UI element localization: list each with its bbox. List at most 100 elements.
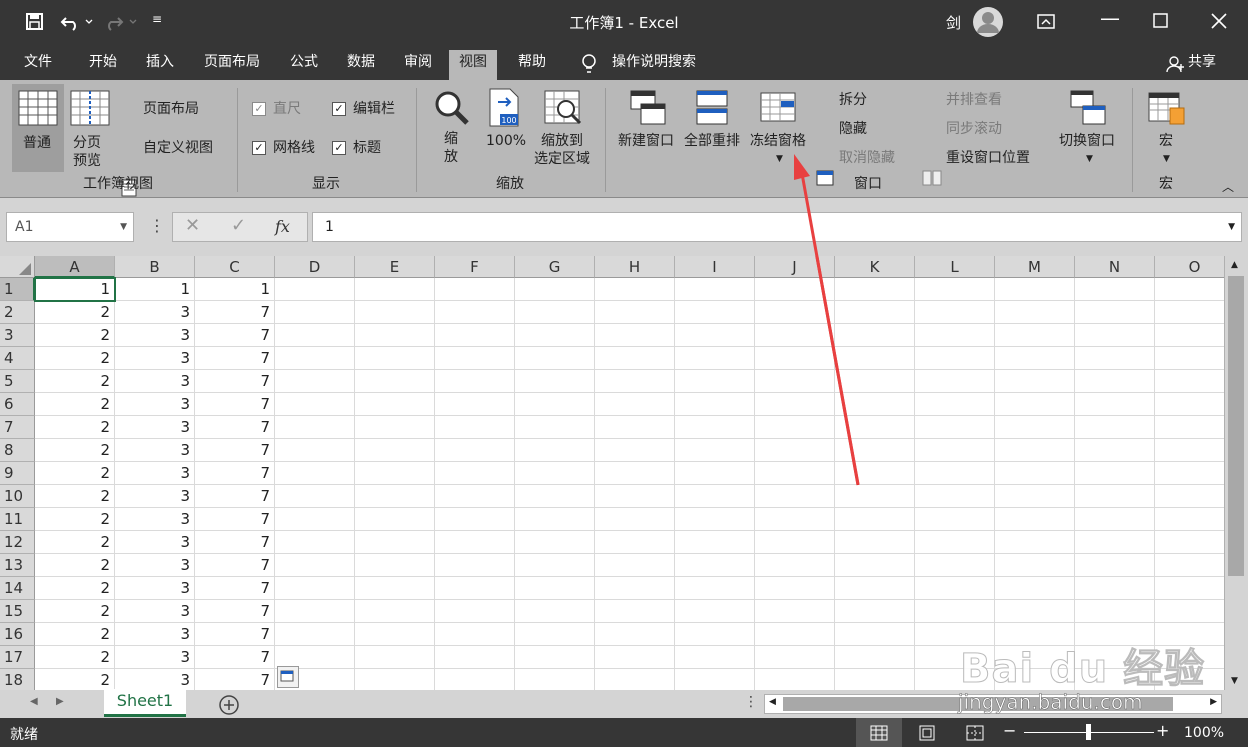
cell-n1[interactable] (1075, 278, 1155, 301)
cell-g3[interactable] (515, 324, 595, 347)
cell-k13[interactable] (835, 554, 915, 577)
cell-f9[interactable] (435, 462, 515, 485)
formula-input[interactable]: 1 ▼ (312, 212, 1242, 242)
cell-g13[interactable] (515, 554, 595, 577)
cell-f10[interactable] (435, 485, 515, 508)
cell-n11[interactable] (1075, 508, 1155, 531)
cell-i13[interactable] (675, 554, 755, 577)
cell-f15[interactable] (435, 600, 515, 623)
cell-g4[interactable] (515, 347, 595, 370)
reset-position-button[interactable]: 重设窗口位置 (946, 149, 1030, 167)
cell-g14[interactable] (515, 577, 595, 600)
cell-i7[interactable] (675, 416, 755, 439)
cell-d6[interactable] (275, 393, 355, 416)
zoom-to-selection-button[interactable]: 缩放到 选定区域 (530, 86, 600, 172)
cell-g2[interactable] (515, 301, 595, 324)
cell-o9[interactable] (1155, 462, 1235, 485)
column-header-m[interactable]: M (995, 256, 1075, 278)
cell-l13[interactable] (915, 554, 995, 577)
cell-a17[interactable]: 2 (35, 646, 115, 669)
tab-home[interactable]: 开始 (87, 50, 119, 80)
cell-l4[interactable] (915, 347, 995, 370)
cell-d2[interactable] (275, 301, 355, 324)
cell-l5[interactable] (915, 370, 995, 393)
row-header[interactable]: 1 (0, 278, 35, 301)
row-header[interactable]: 3 (0, 324, 35, 347)
cell-i9[interactable] (675, 462, 755, 485)
cell-h10[interactable] (595, 485, 675, 508)
cell-d14[interactable] (275, 577, 355, 600)
macros-button[interactable]: 宏 ▼ (1144, 86, 1190, 172)
cell-i5[interactable] (675, 370, 755, 393)
cell-e15[interactable] (355, 600, 435, 623)
cell-n14[interactable] (1075, 577, 1155, 600)
cell-d3[interactable] (275, 324, 355, 347)
cell-e12[interactable] (355, 531, 435, 554)
cell-c17[interactable]: 7 (195, 646, 275, 669)
column-header-c[interactable]: C (195, 256, 275, 278)
cell-h14[interactable] (595, 577, 675, 600)
cell-g7[interactable] (515, 416, 595, 439)
cell-c11[interactable]: 7 (195, 508, 275, 531)
cell-d10[interactable] (275, 485, 355, 508)
save-icon[interactable] (24, 11, 46, 33)
cell-h8[interactable] (595, 439, 675, 462)
cell-i4[interactable] (675, 347, 755, 370)
row-header[interactable]: 17 (0, 646, 35, 669)
cell-i16[interactable] (675, 623, 755, 646)
cell-a3[interactable]: 2 (35, 324, 115, 347)
tab-view[interactable]: 视图 (449, 50, 497, 80)
cell-n3[interactable] (1075, 324, 1155, 347)
cell-m14[interactable] (995, 577, 1075, 600)
cell-m8[interactable] (995, 439, 1075, 462)
cell-d7[interactable] (275, 416, 355, 439)
tab-insert[interactable]: 插入 (144, 50, 176, 80)
cell-n15[interactable] (1075, 600, 1155, 623)
cell-l8[interactable] (915, 439, 995, 462)
sheet-tab-sheet1[interactable]: Sheet1 (104, 689, 186, 717)
cell-f18[interactable] (435, 669, 515, 690)
cell-g11[interactable] (515, 508, 595, 531)
share-button[interactable]: 共享 (1186, 50, 1218, 80)
cell-j16[interactable] (755, 623, 835, 646)
cell-n2[interactable] (1075, 301, 1155, 324)
cell-j12[interactable] (755, 531, 835, 554)
cell-b17[interactable]: 3 (115, 646, 195, 669)
cell-k15[interactable] (835, 600, 915, 623)
row-header[interactable]: 8 (0, 439, 35, 462)
cell-d1[interactable] (275, 278, 355, 301)
cell-c8[interactable]: 7 (195, 439, 275, 462)
cell-l6[interactable] (915, 393, 995, 416)
cell-j13[interactable] (755, 554, 835, 577)
cell-e8[interactable] (355, 439, 435, 462)
cell-l9[interactable] (915, 462, 995, 485)
cell-m6[interactable] (995, 393, 1075, 416)
cell-g18[interactable] (515, 669, 595, 690)
cell-h11[interactable] (595, 508, 675, 531)
cell-a10[interactable]: 2 (35, 485, 115, 508)
cell-b13[interactable]: 3 (115, 554, 195, 577)
cell-m1[interactable] (995, 278, 1075, 301)
cell-d15[interactable] (275, 600, 355, 623)
enter-icon[interactable]: ✓ (231, 215, 246, 236)
cell-k18[interactable] (835, 669, 915, 690)
cell-h15[interactable] (595, 600, 675, 623)
hide-button[interactable]: 隐藏 (839, 120, 867, 138)
cell-i3[interactable] (675, 324, 755, 347)
zoom-level[interactable]: 100% (1184, 725, 1224, 741)
cell-o8[interactable] (1155, 439, 1235, 462)
cell-l7[interactable] (915, 416, 995, 439)
cell-c7[interactable]: 7 (195, 416, 275, 439)
cell-j11[interactable] (755, 508, 835, 531)
undo-icon[interactable] (60, 10, 96, 32)
cell-n6[interactable] (1075, 393, 1155, 416)
cell-o7[interactable] (1155, 416, 1235, 439)
cell-f16[interactable] (435, 623, 515, 646)
page-layout-button[interactable]: 页面布局 (143, 100, 199, 118)
row-header[interactable]: 13 (0, 554, 35, 577)
cell-g5[interactable] (515, 370, 595, 393)
switch-windows-button[interactable]: 切换窗口 ▼ (1056, 86, 1124, 172)
column-header-n[interactable]: N (1075, 256, 1155, 278)
column-header-b[interactable]: B (115, 256, 195, 278)
cell-n12[interactable] (1075, 531, 1155, 554)
